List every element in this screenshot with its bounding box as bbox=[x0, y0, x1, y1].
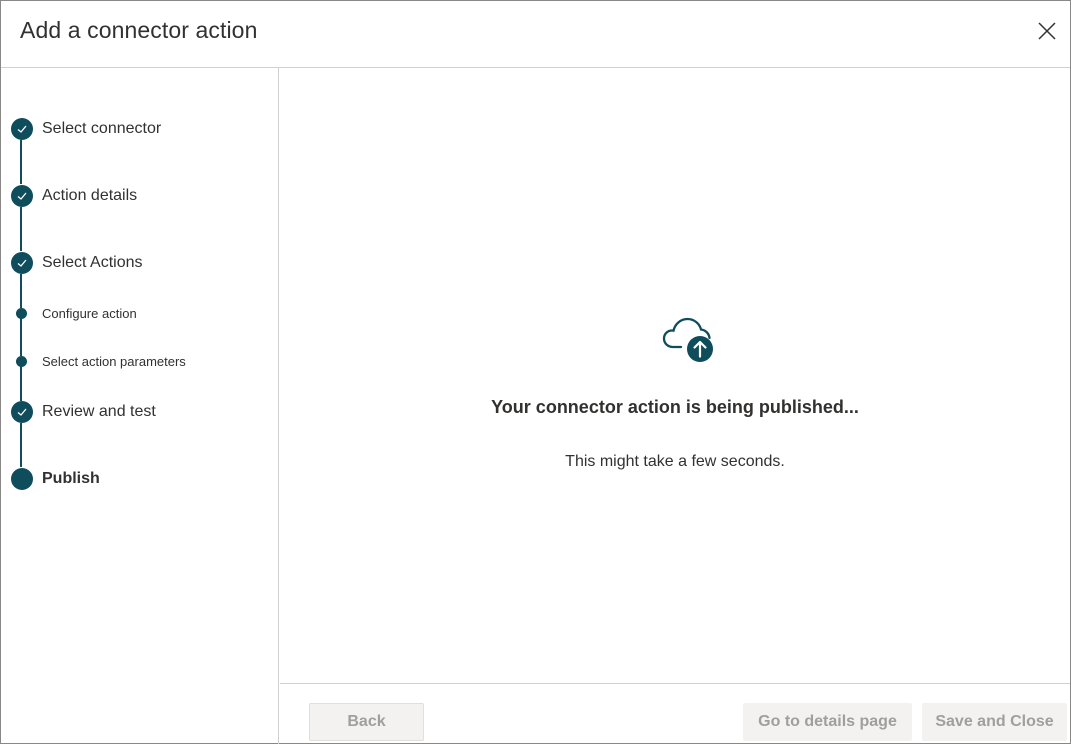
dialog-title: Add a connector action bbox=[20, 17, 258, 43]
step-complete-indicator bbox=[11, 401, 33, 423]
publishing-status-heading: Your connector action is being published… bbox=[491, 397, 859, 417]
checkmark-icon bbox=[17, 259, 27, 267]
step-connector-line bbox=[20, 423, 22, 467]
wizard-steps-sidebar: Select connector Action details Select A… bbox=[1, 68, 279, 744]
step-complete-indicator bbox=[11, 185, 33, 207]
close-icon bbox=[1038, 22, 1056, 40]
step-complete-indicator bbox=[11, 252, 33, 274]
step-connector-line bbox=[20, 318, 22, 356]
step-select-connector: Select connector bbox=[42, 120, 162, 137]
close-button[interactable] bbox=[1032, 17, 1062, 45]
save-and-close-button[interactable]: Save and Close bbox=[922, 703, 1067, 741]
dialog-footer: Back Go to details page Save and Close bbox=[280, 683, 1070, 744]
substep-select-action-parameters: Select action parameters bbox=[42, 354, 186, 369]
step-complete-indicator bbox=[11, 118, 33, 140]
checkmark-icon bbox=[17, 192, 27, 200]
step-connector-line bbox=[20, 140, 22, 184]
publishing-status-subtext: This might take a few seconds. bbox=[565, 453, 785, 470]
checkmark-icon bbox=[17, 408, 27, 416]
back-button[interactable]: Back bbox=[309, 703, 424, 741]
step-action-details: Action details bbox=[42, 187, 138, 204]
cloud-upload-icon bbox=[662, 317, 713, 362]
substep-configure-action: Configure action bbox=[42, 306, 137, 321]
step-connector-line bbox=[20, 274, 22, 308]
publish-status-panel: Your connector action is being published… bbox=[280, 68, 1070, 683]
substep-indicator bbox=[16, 356, 27, 367]
step-review-and-test: Review and test bbox=[42, 403, 156, 420]
step-publish: Publish bbox=[42, 470, 100, 487]
step-connector-line bbox=[20, 366, 22, 401]
dialog-header: Add a connector action bbox=[1, 1, 1070, 68]
checkmark-icon bbox=[17, 125, 27, 133]
step-select-actions: Select Actions bbox=[42, 254, 143, 271]
substep-indicator bbox=[16, 308, 27, 319]
add-connector-action-dialog: Add a connector action Select connector bbox=[0, 0, 1071, 744]
step-current-indicator bbox=[11, 468, 33, 490]
step-connector-line bbox=[20, 207, 22, 251]
go-to-details-page-button[interactable]: Go to details page bbox=[743, 703, 912, 741]
